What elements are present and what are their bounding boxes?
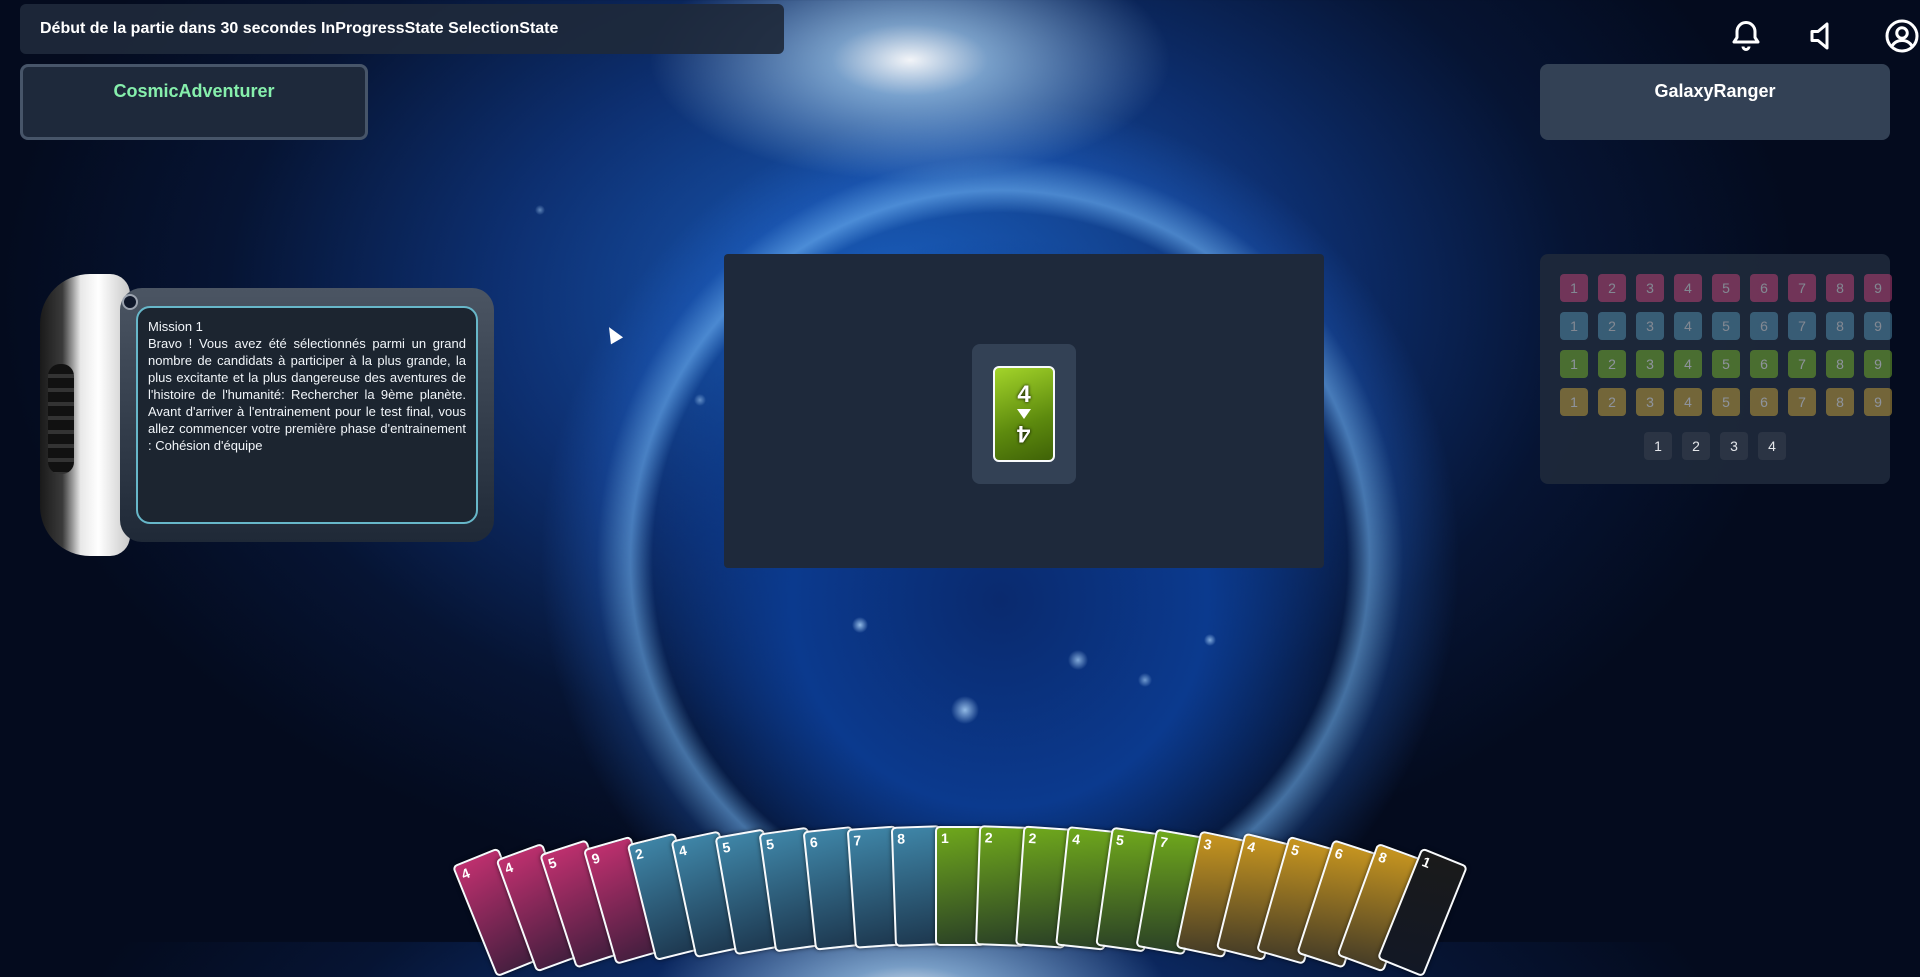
tracker-cell-pink-2: 2 — [1598, 274, 1626, 302]
triangle-icon — [1017, 409, 1031, 419]
tracker-row-yellow: 123456789 — [1560, 388, 1892, 416]
tracker-cell-blue-1: 1 — [1560, 312, 1588, 340]
bell-icon[interactable] — [1728, 18, 1764, 54]
tracker-row-blue: 123456789 — [1560, 312, 1892, 340]
tracker-cell-green-1: 1 — [1560, 350, 1588, 378]
card-tracker: 123456789 123456789 123456789 123456789 … — [1540, 254, 1892, 484]
tracker-cell-yellow-9: 9 — [1864, 388, 1892, 416]
tracker-cell-pink-9: 9 — [1864, 274, 1892, 302]
player-panel-left: CosmicAdventurer — [20, 64, 368, 140]
user-icon[interactable] — [1884, 18, 1920, 54]
mission-communicator: Mission 1 Bravo ! Vous avez été sélectio… — [40, 266, 494, 564]
tracker-cell-yellow-1: 1 — [1560, 388, 1588, 416]
played-card[interactable]: 4 4 — [993, 366, 1055, 462]
tracker-cell-pink-3: 3 — [1636, 274, 1664, 302]
tracker-cell-pink-6: 6 — [1750, 274, 1778, 302]
play-area: 4 4 — [724, 254, 1324, 568]
tracker-cell-green-8: 8 — [1826, 350, 1854, 378]
communicator-grip — [48, 364, 74, 474]
status-text: Début de la partie dans 30 secondes InPr… — [40, 20, 559, 37]
tracker-page-button[interactable]: 2 — [1682, 432, 1710, 460]
tracker-cell-blue-4: 4 — [1674, 312, 1702, 340]
tracker-cell-blue-2: 2 — [1598, 312, 1626, 340]
tracker-cell-pink-1: 1 — [1560, 274, 1588, 302]
tracker-cell-blue-3: 3 — [1636, 312, 1664, 340]
tracker-cell-blue-6: 6 — [1750, 312, 1778, 340]
tracker-cell-blue-8: 8 — [1826, 312, 1854, 340]
tracker-cell-yellow-7: 7 — [1788, 388, 1816, 416]
tracker-cell-blue-5: 5 — [1712, 312, 1740, 340]
tracker-row-pink: 123456789 — [1560, 274, 1892, 302]
mission-title: Mission 1 — [148, 319, 203, 334]
player-panel-right: GalaxyRanger — [1540, 64, 1890, 140]
tracker-pagination: 1234 — [1644, 432, 1786, 460]
game-status-bar: Début de la partie dans 30 secondes InPr… — [20, 4, 784, 54]
speaker-icon[interactable] — [1806, 18, 1842, 54]
card-value-inverted: 4 — [1017, 420, 1031, 447]
tracker-cell-pink-5: 5 — [1712, 274, 1740, 302]
mouse-cursor-icon — [602, 323, 624, 345]
tracker-cell-blue-9: 9 — [1864, 312, 1892, 340]
tracker-cell-green-5: 5 — [1712, 350, 1740, 378]
camera-lens-icon — [122, 294, 138, 310]
tracker-cell-green-2: 2 — [1598, 350, 1626, 378]
tracker-cell-yellow-3: 3 — [1636, 388, 1664, 416]
player-name: CosmicAdventurer — [113, 80, 275, 101]
tracker-cell-pink-4: 4 — [1674, 274, 1702, 302]
card-value: 4 — [1017, 381, 1031, 408]
tracker-page-button[interactable]: 1 — [1644, 432, 1672, 460]
communicator-handle — [40, 274, 130, 556]
tracker-cell-yellow-8: 8 — [1826, 388, 1854, 416]
player-hand: 44592455678122457345681 — [451, 816, 1469, 977]
tracker-cell-pink-7: 7 — [1788, 274, 1816, 302]
trick-card-slot: 4 4 — [972, 344, 1076, 484]
tracker-row-green: 123456789 — [1560, 350, 1892, 378]
tracker-page-button[interactable]: 4 — [1758, 432, 1786, 460]
tracker-cell-green-4: 4 — [1674, 350, 1702, 378]
player-name: GalaxyRanger — [1654, 80, 1776, 101]
tracker-cell-green-6: 6 — [1750, 350, 1778, 378]
mission-screen: Mission 1 Bravo ! Vous avez été sélectio… — [136, 306, 478, 524]
tracker-page-button[interactable]: 3 — [1720, 432, 1748, 460]
tracker-cell-yellow-6: 6 — [1750, 388, 1778, 416]
tracker-cell-pink-8: 8 — [1826, 274, 1854, 302]
top-toolbar — [1720, 18, 1920, 58]
mission-text: Bravo ! Vous avez été sélectionnés parmi… — [148, 336, 466, 453]
tracker-cell-yellow-2: 2 — [1598, 388, 1626, 416]
tracker-cell-blue-7: 7 — [1788, 312, 1816, 340]
tracker-cell-green-3: 3 — [1636, 350, 1664, 378]
tracker-cell-yellow-4: 4 — [1674, 388, 1702, 416]
tracker-cell-yellow-5: 5 — [1712, 388, 1740, 416]
tracker-cell-green-7: 7 — [1788, 350, 1816, 378]
tracker-cell-green-9: 9 — [1864, 350, 1892, 378]
